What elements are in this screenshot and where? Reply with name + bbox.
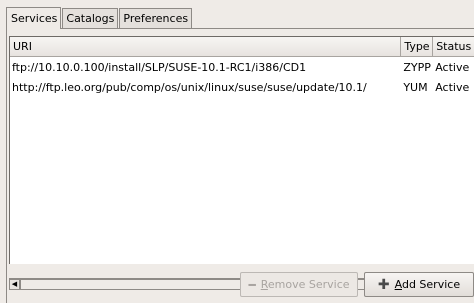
table-row[interactable]: ftp://10.10.0.100/install/SLP/SUSE-10.1-… <box>10 57 474 77</box>
row-status: Active <box>435 60 470 74</box>
services-table[interactable]: URI Type Status ftp://10.10.0.100/instal… <box>9 36 474 264</box>
column-header-type[interactable]: Type <box>401 37 434 56</box>
table-rows: ftp://10.10.0.100/install/SLP/SUSE-10.1-… <box>10 57 474 97</box>
row-status: Active <box>435 80 470 94</box>
tab-catalogs[interactable]: Catalogs <box>62 8 119 28</box>
plus-icon: ✚ <box>377 276 390 293</box>
remove-service-label: Remove Service <box>260 278 350 291</box>
tab-bar: Services Catalogs Preferences <box>6 7 193 29</box>
add-service-label: Add Service <box>394 278 461 291</box>
table-row[interactable]: http://ftp.leo.org/pub/comp/os/unix/linu… <box>10 77 474 97</box>
services-panel: URI Type Status ftp://10.10.0.100/instal… <box>6 28 474 303</box>
row-uri: ftp://10.10.0.100/install/SLP/SUSE-10.1-… <box>12 60 307 74</box>
minus-icon: ━ <box>248 277 256 292</box>
row-type: YUM <box>403 80 428 94</box>
add-service-button[interactable]: ✚ Add Service <box>364 272 474 297</box>
table-header: URI Type Status <box>10 37 474 57</box>
column-header-status[interactable]: Status <box>433 37 474 56</box>
remove-service-button[interactable]: ━ Remove Service <box>240 272 358 297</box>
column-header-uri[interactable]: URI <box>10 37 402 56</box>
tab-services[interactable]: Services <box>6 7 62 29</box>
row-uri: http://ftp.leo.org/pub/comp/os/unix/linu… <box>12 80 367 94</box>
scroll-left-arrow-icon[interactable]: ◀ <box>9 279 20 290</box>
row-type: ZYPP <box>403 60 431 74</box>
tab-preferences[interactable]: Preferences <box>119 8 193 28</box>
